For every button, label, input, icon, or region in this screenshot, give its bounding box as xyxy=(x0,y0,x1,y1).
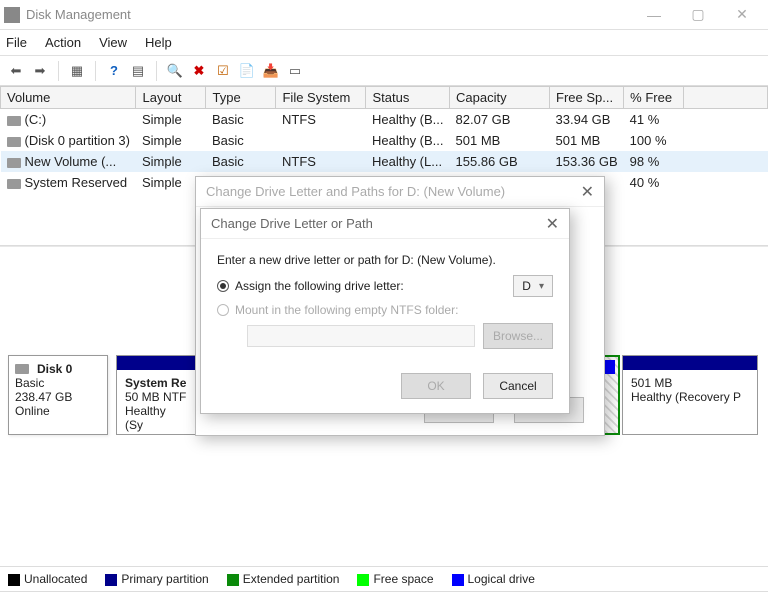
table-header: Volume Layout Type File System Status Ca… xyxy=(1,87,768,109)
partition-size: 501 MB xyxy=(631,376,672,390)
delete-icon[interactable]: ✖ xyxy=(189,61,209,81)
disk-label: Disk 0 xyxy=(37,362,72,376)
dialog2-title: Change Drive Letter or Path xyxy=(211,216,373,231)
help-icon[interactable]: ? xyxy=(104,61,124,81)
maximize-button[interactable]: ▢ xyxy=(676,6,720,23)
menubar: File Action View Help xyxy=(0,30,768,56)
dialog-change-letter: Change Drive Letter or Path ✕ Enter a ne… xyxy=(200,208,570,414)
legend-primary: Primary partition xyxy=(121,572,208,586)
legend-unallocated: Unallocated xyxy=(24,572,87,586)
col-status[interactable]: Status xyxy=(366,87,450,109)
search-icon[interactable]: 🔍 xyxy=(165,61,185,81)
toolbar: ⬅ ➡ ▦ ? ▤ 🔍 ✖ ☑ 📄 📥 ▭ xyxy=(0,56,768,86)
partition-label: System Re xyxy=(125,376,186,390)
col-fs[interactable]: File System xyxy=(276,87,366,109)
menu-view[interactable]: View xyxy=(99,35,127,50)
radio-assign-letter[interactable]: Assign the following drive letter: D ▾ xyxy=(217,275,553,297)
view-icon[interactable]: ▦ xyxy=(67,61,87,81)
col-layout[interactable]: Layout xyxy=(136,87,206,109)
radio-icon xyxy=(217,280,229,292)
dialog2-prompt: Enter a new drive letter or path for D: … xyxy=(217,253,553,267)
legend-logical: Logical drive xyxy=(468,572,535,586)
menu-action[interactable]: Action xyxy=(45,35,81,50)
drive-icon xyxy=(7,116,21,126)
drive-icon xyxy=(7,137,21,147)
dialog1-title: Change Drive Letter and Paths for D: (Ne… xyxy=(206,184,505,199)
col-capacity[interactable]: Capacity xyxy=(450,87,550,109)
disk-icon xyxy=(15,364,29,374)
col-extra[interactable] xyxy=(684,87,768,109)
properties-icon[interactable]: ▭ xyxy=(285,61,305,81)
legend: Unallocated Primary partition Extended p… xyxy=(0,566,768,592)
radio-mount-folder[interactable]: Mount in the following empty NTFS folder… xyxy=(217,303,553,317)
table-row[interactable]: New Volume (... SimpleBasicNTFSHealthy (… xyxy=(1,151,768,172)
chevron-down-icon: ▾ xyxy=(539,281,544,292)
col-type[interactable]: Type xyxy=(206,87,276,109)
menu-file[interactable]: File xyxy=(6,35,27,50)
forward-icon[interactable]: ➡ xyxy=(30,61,50,81)
browse-button: Browse... xyxy=(483,323,553,349)
table-icon[interactable]: ▤ xyxy=(128,61,148,81)
titlebar: Disk Management — ▢ ✕ xyxy=(0,0,768,30)
back-icon[interactable]: ⬅ xyxy=(6,61,26,81)
check-icon[interactable]: ☑ xyxy=(213,61,233,81)
radio-icon xyxy=(217,304,229,316)
app-icon xyxy=(4,7,20,23)
partition-recovery[interactable]: 501 MB Healthy (Recovery P xyxy=(622,355,758,435)
drive-icon xyxy=(7,158,21,168)
dialog2-cancel-button[interactable]: Cancel xyxy=(483,373,553,399)
disk-status: Online xyxy=(15,404,101,418)
col-volume[interactable]: Volume xyxy=(1,87,136,109)
legend-extended: Extended partition xyxy=(243,572,340,586)
disk-info-box[interactable]: Disk 0 Basic 238.47 GB Online xyxy=(8,355,108,435)
close-button[interactable]: ✕ xyxy=(720,6,764,23)
close-icon[interactable]: ✕ xyxy=(546,214,559,234)
minimize-button[interactable]: — xyxy=(632,7,676,23)
drive-icon xyxy=(7,179,21,189)
partition-system-reserved[interactable]: System Re 50 MB NTF Healthy (Sy xyxy=(116,355,196,435)
menu-help[interactable]: Help xyxy=(145,35,172,50)
disk-type: Basic xyxy=(15,376,101,390)
new-icon[interactable]: 📄 xyxy=(237,61,257,81)
dialog2-ok-button[interactable]: OK xyxy=(401,373,471,399)
legend-free: Free space xyxy=(373,572,433,586)
window-title: Disk Management xyxy=(26,7,632,22)
partition-status: Healthy (Recovery P xyxy=(631,390,741,404)
disk-size: 238.47 GB xyxy=(15,390,101,404)
mount-path-input xyxy=(247,325,475,347)
col-free[interactable]: Free Sp... xyxy=(550,87,624,109)
drive-letter-select[interactable]: D ▾ xyxy=(513,275,553,297)
col-pct[interactable]: % Free xyxy=(624,87,684,109)
close-icon[interactable]: ✕ xyxy=(581,182,594,202)
table-row[interactable]: (Disk 0 partition 3) SimpleBasicHealthy … xyxy=(1,130,768,151)
attach-icon[interactable]: 📥 xyxy=(261,61,281,81)
table-row[interactable]: (C:) SimpleBasicNTFSHealthy (B...82.07 G… xyxy=(1,109,768,131)
